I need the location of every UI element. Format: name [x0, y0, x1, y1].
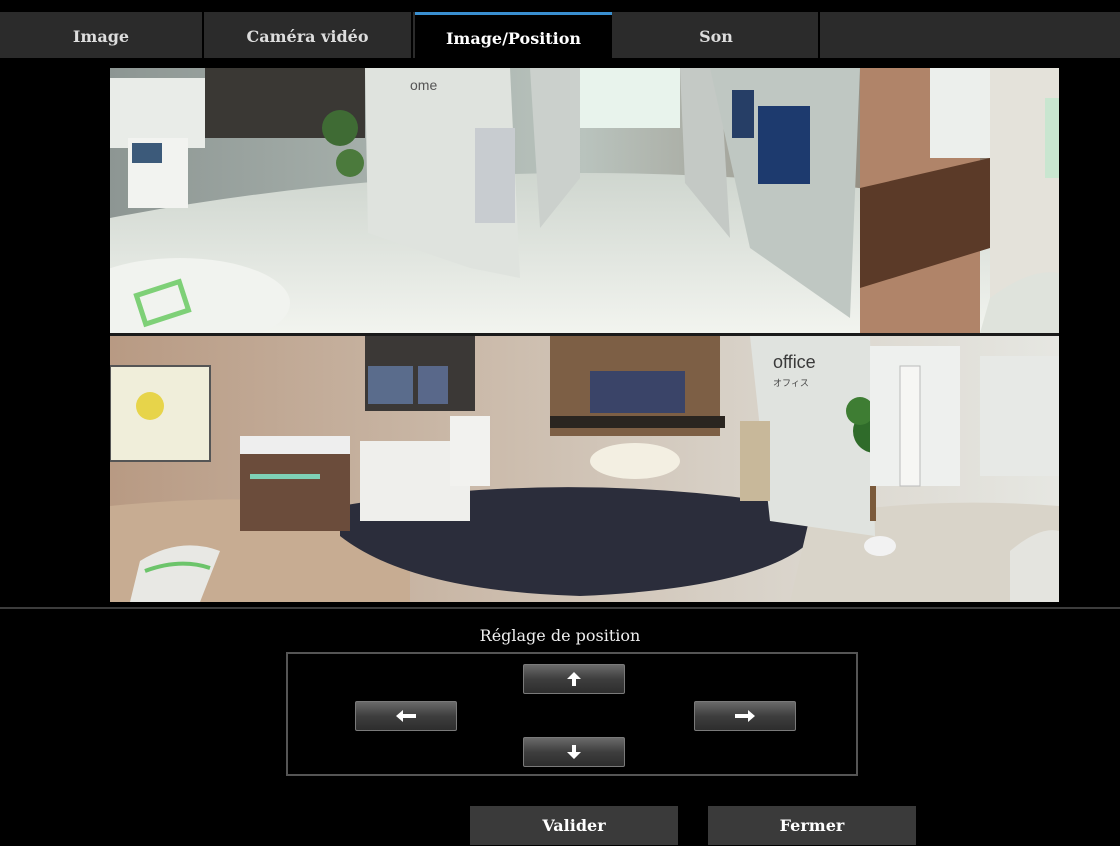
close-button[interactable]: Fermer	[708, 806, 916, 845]
move-up-button[interactable]	[523, 664, 625, 694]
panorama-bottom: office オフィス	[110, 336, 1059, 602]
panorama-top: ome	[110, 68, 1059, 333]
arrow-right-icon	[735, 710, 755, 722]
validate-button[interactable]: Valider	[470, 806, 678, 845]
bottom-signage-title: office	[773, 352, 816, 372]
position-title: Réglage de position	[479, 626, 641, 645]
move-left-button[interactable]	[355, 701, 457, 731]
tab-bar: Image Caméra vidéo Image/Position Son	[0, 12, 1120, 58]
tab-camera-video-label: Caméra vidéo	[246, 27, 369, 46]
move-right-button[interactable]	[694, 701, 796, 731]
arrow-left-icon	[396, 710, 416, 722]
move-down-button[interactable]	[523, 737, 625, 767]
section-divider	[0, 607, 1120, 609]
tab-bar-filler	[818, 12, 1120, 58]
tab-sound-label: Son	[699, 27, 733, 46]
tab-image-position[interactable]: Image/Position	[415, 12, 612, 58]
tab-sound[interactable]: Son	[614, 12, 818, 58]
top-signage-text: ome	[410, 77, 437, 93]
arrow-up-icon	[567, 672, 581, 686]
tab-image-position-label: Image/Position	[445, 29, 582, 48]
tab-image-label: Image	[72, 27, 130, 46]
camera-image: ome office オフィス	[110, 68, 1059, 602]
tab-camera-video[interactable]: Caméra vidéo	[204, 12, 413, 58]
bottom-signage-subtitle: オフィス	[773, 378, 809, 388]
tab-image[interactable]: Image	[0, 12, 204, 58]
position-panel	[286, 652, 858, 776]
arrow-down-icon	[567, 745, 581, 759]
